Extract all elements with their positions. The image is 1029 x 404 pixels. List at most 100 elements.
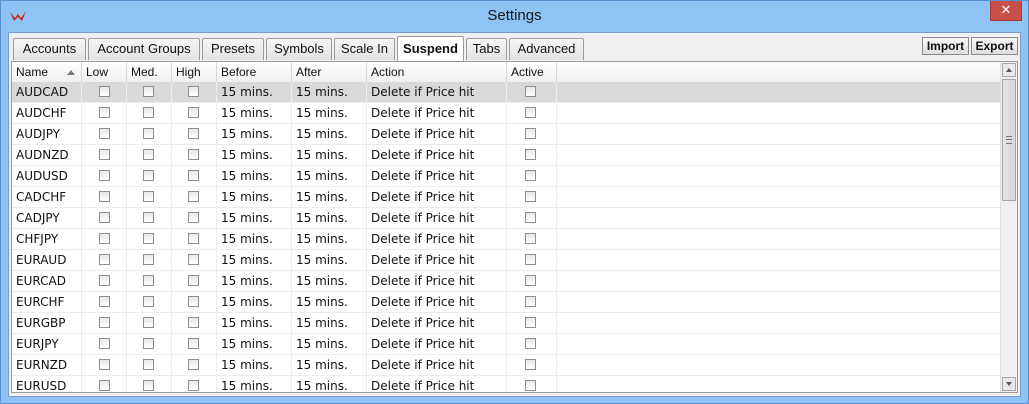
- low-checkbox[interactable]: [99, 212, 110, 223]
- med-checkbox[interactable]: [143, 212, 154, 223]
- med-checkbox[interactable]: [143, 359, 154, 370]
- high-checkbox[interactable]: [188, 233, 199, 244]
- import-button[interactable]: Import: [922, 37, 969, 55]
- med-checkbox[interactable]: [143, 170, 154, 181]
- column-header-after[interactable]: After: [292, 62, 367, 82]
- vertical-scrollbar[interactable]: [1000, 62, 1017, 392]
- active-checkbox[interactable]: [525, 212, 536, 223]
- med-checkbox[interactable]: [143, 296, 154, 307]
- med-checkbox[interactable]: [143, 275, 154, 286]
- low-checkbox[interactable]: [99, 233, 110, 244]
- active-checkbox[interactable]: [525, 86, 536, 97]
- active-checkbox[interactable]: [525, 233, 536, 244]
- column-header-med[interactable]: Med.: [127, 62, 172, 82]
- med-checkbox[interactable]: [143, 86, 154, 97]
- high-checkbox[interactable]: [188, 86, 199, 97]
- scroll-thumb[interactable]: [1002, 79, 1016, 201]
- table-row[interactable]: EURGBP 15 mins. 15 mins. Delete if Price hi…: [12, 313, 1002, 334]
- tab-symbols[interactable]: Symbols: [266, 38, 332, 60]
- table-row[interactable]: AUDCAD 15 mins. 15 mins. Delete if Price hi…: [12, 82, 1002, 103]
- med-checkbox[interactable]: [143, 254, 154, 265]
- high-checkbox[interactable]: [188, 254, 199, 265]
- column-header-active[interactable]: Active: [507, 62, 557, 82]
- cell-name: AUDUSD: [12, 166, 82, 186]
- low-checkbox[interactable]: [99, 317, 110, 328]
- tab-suspend[interactable]: Suspend: [397, 36, 464, 61]
- scroll-down-icon[interactable]: [1002, 377, 1016, 391]
- med-checkbox[interactable]: [143, 128, 154, 139]
- low-checkbox[interactable]: [99, 170, 110, 181]
- low-checkbox[interactable]: [99, 107, 110, 118]
- high-checkbox[interactable]: [188, 107, 199, 118]
- high-checkbox[interactable]: [188, 275, 199, 286]
- active-checkbox[interactable]: [525, 296, 536, 307]
- table-row[interactable]: AUDUSD 15 mins. 15 mins. Delete if Price hi…: [12, 166, 1002, 187]
- active-checkbox[interactable]: [525, 380, 536, 391]
- table-row[interactable]: AUDCHF 15 mins. 15 mins. Delete if Price hi…: [12, 103, 1002, 124]
- low-checkbox[interactable]: [99, 338, 110, 349]
- med-checkbox[interactable]: [143, 149, 154, 160]
- table-row[interactable]: EURCHF 15 mins. 15 mins. Delete if Price hi…: [12, 292, 1002, 313]
- table-row[interactable]: EURJPY 15 mins. 15 mins. Delete if Price hi…: [12, 334, 1002, 355]
- close-button[interactable]: ✕: [990, 1, 1022, 21]
- high-checkbox[interactable]: [188, 191, 199, 202]
- table-row[interactable]: EURUSD 15 mins. 15 mins. Delete if Price hi…: [12, 376, 1002, 392]
- table-row[interactable]: EURNZD 15 mins. 15 mins. Delete if Price hi…: [12, 355, 1002, 376]
- scroll-up-icon[interactable]: [1002, 63, 1016, 77]
- table-row[interactable]: EURCAD 15 mins. 15 mins. Delete if Price hi…: [12, 271, 1002, 292]
- med-checkbox[interactable]: [143, 107, 154, 118]
- column-header-name[interactable]: Name: [12, 62, 82, 82]
- active-checkbox[interactable]: [525, 107, 536, 118]
- med-checkbox[interactable]: [143, 233, 154, 244]
- tab-accounts[interactable]: Accounts: [13, 38, 86, 60]
- table-row[interactable]: CADCHF 15 mins. 15 mins. Delete if Price hi…: [12, 187, 1002, 208]
- low-checkbox[interactable]: [99, 359, 110, 370]
- low-checkbox[interactable]: [99, 149, 110, 160]
- active-checkbox[interactable]: [525, 254, 536, 265]
- table-row[interactable]: EURAUD 15 mins. 15 mins. Delete if Price hi…: [12, 250, 1002, 271]
- low-checkbox[interactable]: [99, 275, 110, 286]
- med-checkbox[interactable]: [143, 338, 154, 349]
- tab-advanced[interactable]: Advanced: [509, 38, 584, 60]
- active-checkbox[interactable]: [525, 149, 536, 160]
- column-header-high[interactable]: High: [172, 62, 217, 82]
- high-checkbox[interactable]: [188, 212, 199, 223]
- med-checkbox[interactable]: [143, 191, 154, 202]
- high-checkbox[interactable]: [188, 296, 199, 307]
- low-checkbox[interactable]: [99, 128, 110, 139]
- high-checkbox[interactable]: [188, 380, 199, 391]
- active-checkbox[interactable]: [525, 275, 536, 286]
- active-checkbox[interactable]: [525, 191, 536, 202]
- active-checkbox[interactable]: [525, 359, 536, 370]
- high-checkbox[interactable]: [188, 149, 199, 160]
- export-button[interactable]: Export: [971, 37, 1018, 55]
- tab-tabs[interactable]: Tabs: [466, 38, 507, 60]
- low-checkbox[interactable]: [99, 191, 110, 202]
- table-row[interactable]: CADJPY 15 mins. 15 mins. Delete if Price hi…: [12, 208, 1002, 229]
- high-checkbox[interactable]: [188, 359, 199, 370]
- table-row[interactable]: AUDJPY 15 mins. 15 mins. Delete if Price hi…: [12, 124, 1002, 145]
- med-checkbox[interactable]: [143, 380, 154, 391]
- low-checkbox[interactable]: [99, 86, 110, 97]
- high-checkbox[interactable]: [188, 338, 199, 349]
- active-checkbox[interactable]: [525, 170, 536, 181]
- active-checkbox[interactable]: [525, 128, 536, 139]
- low-checkbox[interactable]: [99, 254, 110, 265]
- column-header-before[interactable]: Before: [217, 62, 292, 82]
- med-checkbox[interactable]: [143, 317, 154, 328]
- tab-account-groups[interactable]: Account Groups: [88, 38, 200, 60]
- title-bar[interactable]: Settings ✕: [1, 1, 1028, 31]
- low-checkbox[interactable]: [99, 296, 110, 307]
- table-row[interactable]: CHFJPY 15 mins. 15 mins. Delete if Price hi…: [12, 229, 1002, 250]
- column-header-low[interactable]: Low: [82, 62, 127, 82]
- active-checkbox[interactable]: [525, 338, 536, 349]
- high-checkbox[interactable]: [188, 170, 199, 181]
- high-checkbox[interactable]: [188, 128, 199, 139]
- column-header-action[interactable]: Action: [367, 62, 507, 82]
- table-row[interactable]: AUDNZD 15 mins. 15 mins. Delete if Price hi…: [12, 145, 1002, 166]
- low-checkbox[interactable]: [99, 380, 110, 391]
- tab-presets[interactable]: Presets: [202, 38, 264, 60]
- tab-scale-in[interactable]: Scale In: [334, 38, 395, 60]
- high-checkbox[interactable]: [188, 317, 199, 328]
- active-checkbox[interactable]: [525, 317, 536, 328]
